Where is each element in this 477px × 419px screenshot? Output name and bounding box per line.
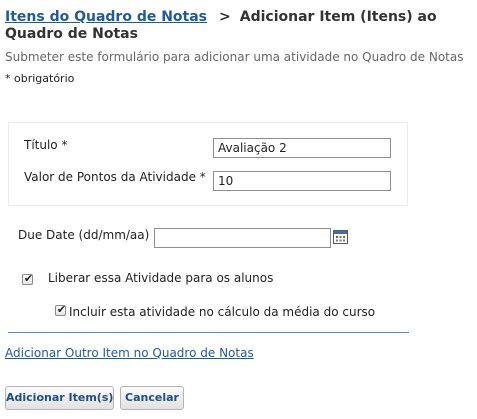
points-input[interactable] [213, 171, 391, 191]
title-input[interactable] [213, 138, 391, 158]
page-heading: Itens do Quadro de Notas > Adicionar Item … [5, 9, 473, 43]
due-date-label: Due Date (dd/mm/aa) [18, 228, 150, 242]
cancel-button[interactable]: Cancelar [120, 386, 184, 410]
required-note: * obrigatório [5, 72, 75, 85]
page-instructions: Submeter este formulário para adicionar … [5, 50, 464, 64]
release-label: Liberar essa Atividade para os alunos [48, 271, 274, 285]
item-fields-box [8, 122, 408, 206]
release-checkbox[interactable]: ✔ [22, 272, 34, 285]
breadcrumb-separator: > [219, 9, 231, 25]
points-label: Valor de Pontos da Atividade * [24, 170, 206, 184]
include-average-checkbox[interactable]: ✔ [55, 303, 67, 316]
include-average-label: Incluir esta atividade no cálculo da méd… [69, 305, 376, 319]
submit-button[interactable]: Adicionar Item(s) [5, 386, 114, 410]
add-another-item-link[interactable]: Adicionar Outro Item no Quadro de Notas [5, 346, 254, 360]
checkmark-icon: ✔ [23, 272, 34, 285]
section-divider [8, 332, 409, 333]
title-label: Título * [24, 138, 68, 152]
due-date-input[interactable] [154, 228, 331, 248]
breadcrumb-gradebook-link[interactable]: Itens do Quadro de Notas [5, 9, 207, 25]
checkmark-icon: ✔ [56, 303, 67, 316]
calendar-icon[interactable] [333, 230, 348, 244]
